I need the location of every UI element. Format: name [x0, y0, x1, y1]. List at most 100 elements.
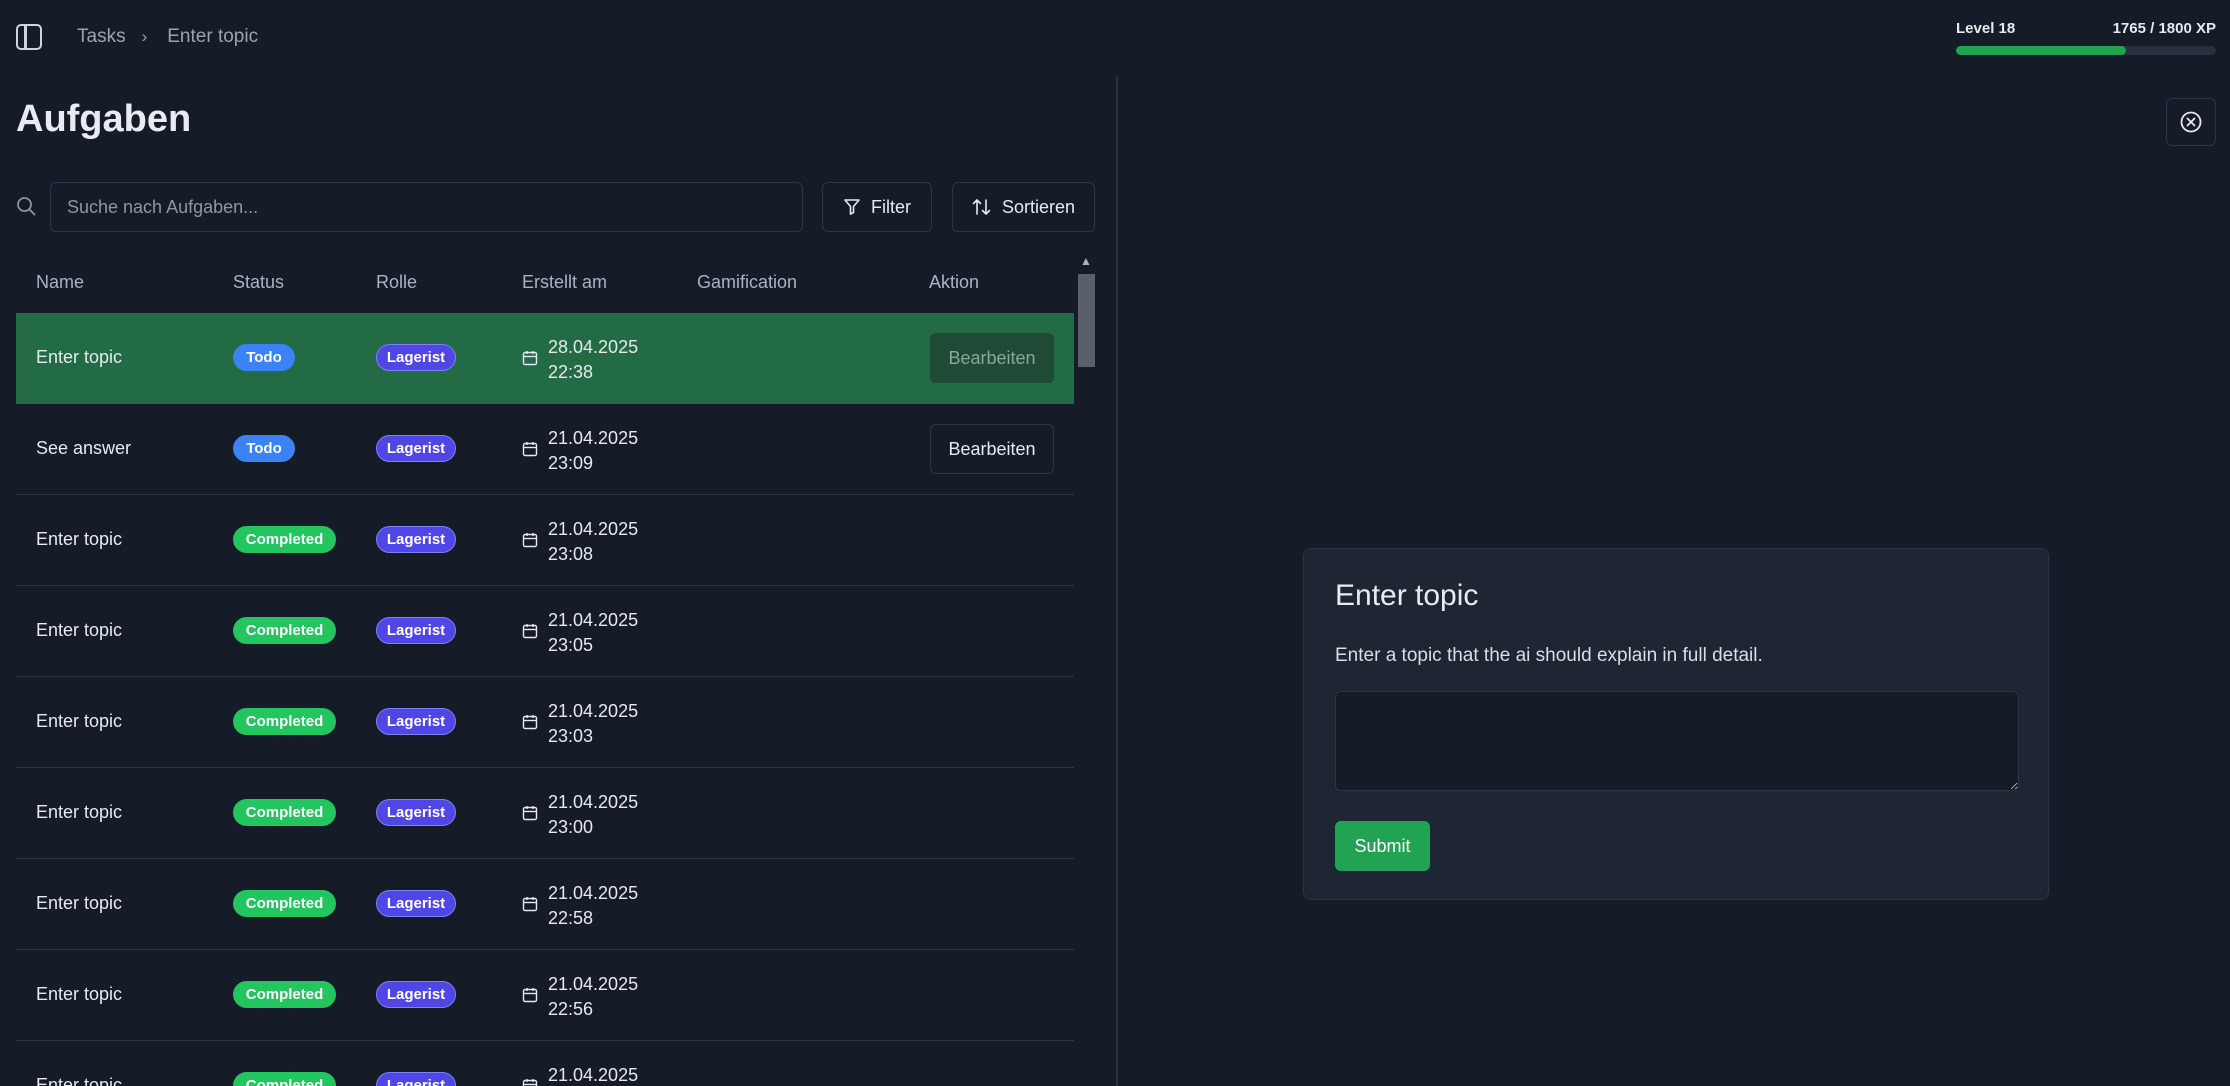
created-date-day: 21.04.2025	[548, 519, 639, 539]
table-row[interactable]: Enter topic Completed Lagerist 21.04.202…	[16, 950, 1074, 1041]
created-date-day: 28.04.2025	[548, 337, 639, 357]
task-detail-card: Enter topic Enter a topic that the ai sh…	[1303, 548, 2049, 900]
xp-label: 1765 / 1800 XP	[2112, 20, 2216, 37]
calendar-icon	[522, 533, 538, 548]
status-badge: Todo	[233, 435, 295, 462]
table-row[interactable]: Enter topic Completed Lagerist 21.04.202…	[16, 677, 1074, 768]
table-row[interactable]: Enter topic Completed Lagerist 21.04.202…	[16, 1041, 1074, 1086]
column-header-action: Aktion	[929, 272, 980, 292]
breadcrumb-item-current: Enter topic	[167, 26, 259, 47]
table-body: Enter topic Todo Lagerist 28.04.2025 22:…	[16, 313, 1074, 1086]
created-date-day: 21.04.2025	[548, 428, 639, 448]
task-name: Enter topic	[36, 802, 123, 822]
table-row[interactable]: Enter topic Completed Lagerist 21.04.202…	[16, 768, 1074, 859]
table-row[interactable]: Enter topic Completed Lagerist 21.04.202…	[16, 859, 1074, 950]
status-badge: Completed	[233, 981, 336, 1008]
calendar-icon	[522, 806, 538, 821]
topic-textarea[interactable]	[1335, 691, 2019, 791]
created-date-day: 21.04.2025	[548, 792, 639, 812]
role-badge: Lagerist	[376, 708, 456, 735]
calendar-icon	[522, 624, 538, 639]
task-name: Enter topic	[36, 711, 123, 731]
calendar-icon	[522, 897, 538, 912]
column-header-name[interactable]: Name	[36, 272, 84, 293]
created-date: 21.04.2025 22:56	[548, 972, 638, 1022]
calendar-icon	[522, 351, 538, 366]
sort-arrows-icon	[972, 199, 991, 215]
created-date: 21.04.2025 23:09	[548, 426, 638, 476]
panel-divider[interactable]	[1116, 76, 1118, 1086]
column-header-created[interactable]: Erstellt am	[522, 272, 607, 293]
column-header-status[interactable]: Status	[233, 272, 284, 293]
created-date-time: 23:03	[548, 726, 594, 746]
created-date-time: 23:00	[548, 817, 594, 837]
tasks-table: Name Status Rolle Erstellt am Gamificati…	[16, 254, 1074, 1086]
created-date-day: 21.04.2025	[548, 974, 639, 994]
status-badge: Todo	[233, 344, 295, 371]
search-input[interactable]	[50, 182, 803, 232]
created-date: 21.04.2025 22:58	[548, 881, 638, 931]
task-name: Enter topic	[36, 984, 123, 1004]
created-date-time: 22:56	[548, 999, 594, 1019]
created-date-day: 21.04.2025	[548, 701, 639, 721]
table-row[interactable]: Enter topic Completed Lagerist 21.04.202…	[16, 495, 1074, 586]
created-date-time: 23:05	[548, 635, 594, 655]
xp-progress-fill	[1956, 46, 2127, 55]
table-scrollbar[interactable]: ▲	[1076, 254, 1095, 1086]
created-date: 21.04.2025 23:03	[548, 699, 638, 749]
created-date-day: 21.04.2025	[548, 610, 639, 630]
task-name: Enter topic	[36, 893, 123, 913]
status-badge: Completed	[233, 890, 336, 917]
created-date: 21.04.2025 23:00	[548, 790, 638, 840]
created-date: 21.04.2025 23:05	[548, 608, 638, 658]
task-name: Enter topic	[36, 529, 123, 549]
sidebar-toggle-icon[interactable]	[16, 24, 42, 50]
created-date-time: 22:38	[548, 362, 594, 382]
filter-button-label: Filter	[871, 196, 911, 217]
top-bar: Tasks › Enter topic Level 18 1765 / 1800…	[0, 0, 2230, 76]
column-header-gamification[interactable]: Gamification	[697, 272, 797, 293]
created-date-day: 21.04.2025	[548, 883, 639, 903]
calendar-icon	[522, 988, 538, 1003]
level-label: Level 18	[1956, 20, 2016, 37]
table-row[interactable]: See answer Todo Lagerist 21.04.2025 23:0…	[16, 404, 1074, 495]
table-row[interactable]: Enter topic Completed Lagerist 21.04.202…	[16, 586, 1074, 677]
calendar-icon	[522, 715, 538, 730]
status-badge: Completed	[233, 1072, 336, 1086]
role-badge: Lagerist	[376, 526, 456, 553]
created-date-time: 23:08	[548, 544, 594, 564]
role-badge: Lagerist	[376, 617, 456, 644]
status-badge: Completed	[233, 617, 336, 644]
created-date: 28.04.2025 22:38	[548, 335, 638, 385]
task-name: See answer	[36, 438, 132, 458]
xp-progress-bar	[1956, 46, 2216, 55]
task-name: Enter topic	[36, 1075, 123, 1086]
scroll-up-icon[interactable]: ▲	[1080, 254, 1092, 268]
edit-button[interactable]: Bearbeiten	[930, 333, 1054, 383]
table-row[interactable]: Enter topic Todo Lagerist 28.04.2025 22:…	[16, 313, 1074, 404]
search-icon	[17, 197, 36, 216]
column-header-role[interactable]: Rolle	[376, 272, 417, 293]
breadcrumb-item-tasks[interactable]: Tasks	[77, 26, 126, 48]
status-badge: Completed	[233, 799, 336, 826]
created-date-day: 21.04.2025	[548, 1065, 639, 1085]
created-date-time: 23:09	[548, 453, 594, 473]
status-badge: Completed	[233, 526, 336, 553]
role-badge: Lagerist	[376, 890, 456, 917]
filter-icon	[844, 199, 860, 215]
calendar-icon	[522, 442, 538, 457]
close-panel-button[interactable]	[2166, 98, 2216, 146]
submit-button[interactable]: Submit	[1335, 821, 1430, 871]
role-badge: Lagerist	[376, 344, 456, 371]
role-badge: Lagerist	[376, 981, 456, 1008]
task-name: Enter topic	[36, 620, 123, 640]
chevron-right-icon: ›	[141, 27, 148, 46]
role-badge: Lagerist	[376, 1072, 456, 1086]
filter-button[interactable]: Filter	[822, 182, 932, 232]
scrollbar-thumb[interactable]	[1078, 274, 1095, 367]
breadcrumb: Tasks › Enter topic	[77, 26, 258, 48]
edit-button[interactable]: Bearbeiten	[930, 424, 1054, 474]
sort-button-label: Sortieren	[1001, 196, 1076, 217]
task-name: Enter topic	[36, 347, 123, 367]
sort-button[interactable]: Sortieren	[952, 182, 1095, 232]
